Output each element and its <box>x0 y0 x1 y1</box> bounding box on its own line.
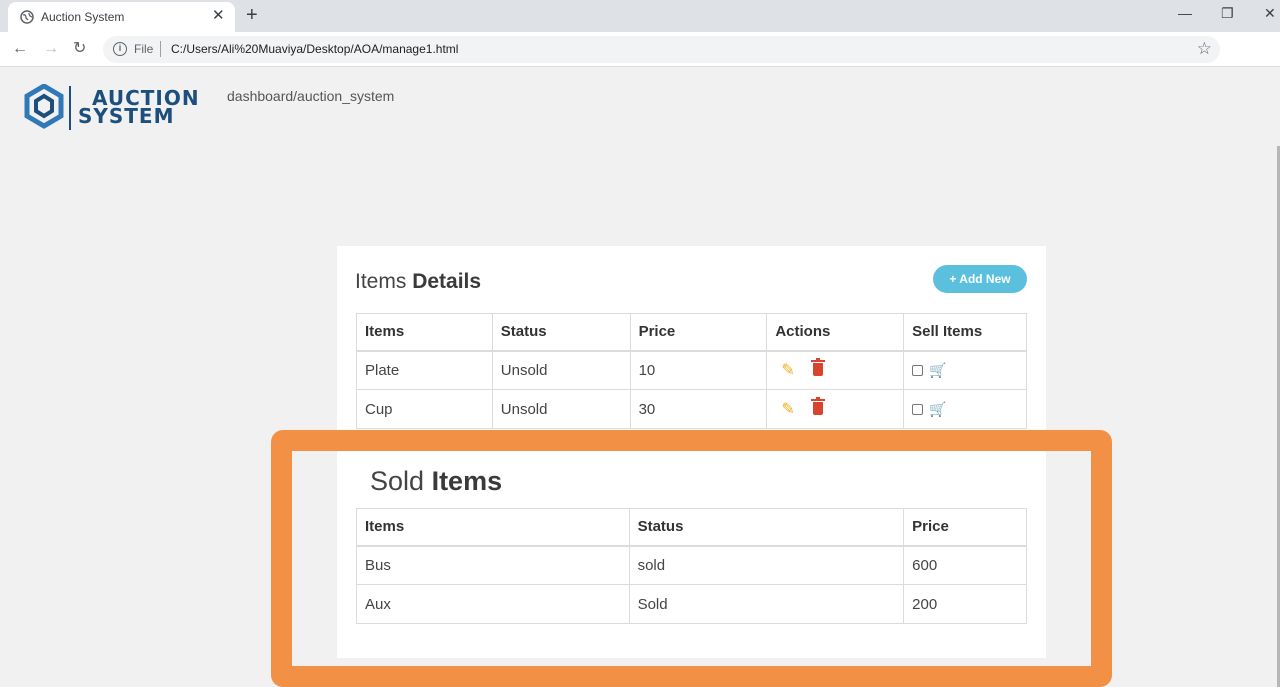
cart-icon[interactable]: 🛒 <box>929 401 946 418</box>
new-tab-button[interactable]: + <box>246 4 258 26</box>
close-window-icon[interactable]: ✕ <box>1264 4 1276 22</box>
browser-toolbar: ← → ↻ i File C:/Users/Ali%20Muaviya/Desk… <box>0 32 1280 91</box>
add-new-button[interactable]: + Add New <box>933 265 1027 293</box>
page-content: AUCTION SYSTEM dashboard/auction_system … <box>0 68 1280 687</box>
sold-item-name: Bus <box>356 545 630 585</box>
sold-items-table: Items Status Price Bus sold 600 Aux Sold… <box>356 508 1027 624</box>
sold-items-title: Sold Items <box>370 466 502 497</box>
sell-cell: 🛒 <box>903 389 1027 429</box>
table-row: Bus sold 600 <box>356 545 1027 585</box>
tab-title: Auction System <box>41 10 125 24</box>
items-title-bold: Details <box>412 270 482 293</box>
sold-item-status: sold <box>628 545 905 585</box>
trash-icon[interactable] <box>810 397 825 415</box>
star-icon[interactable]: ☆ <box>1197 39 1212 59</box>
column-header: Items <box>356 508 630 547</box>
minimize-icon[interactable]: — <box>1178 4 1192 22</box>
back-icon[interactable]: ← <box>12 40 28 58</box>
actions-cell: ✎ <box>766 350 905 390</box>
address-bar[interactable]: i File C:/Users/Ali%20Muaviya/Desktop/AO… <box>103 36 1220 63</box>
sold-item-price: 600 <box>903 545 1027 585</box>
items-title-light: Items <box>355 270 407 293</box>
column-header: Price <box>629 313 768 352</box>
sell-checkbox[interactable] <box>912 403 924 415</box>
item-status: Unsold <box>491 350 631 390</box>
item-name: Plate <box>356 350 493 390</box>
table-row: Plate Unsold 10 ✎ 🛒 <box>356 350 1027 390</box>
items-table: Items Status Price Actions Sell Items Pl… <box>356 313 1027 429</box>
items-card: Items Details + Add New Items Status Pri… <box>337 246 1046 658</box>
sold-title-bold: Items <box>431 466 503 496</box>
reload-icon[interactable]: ↻ <box>73 40 86 58</box>
column-header: Status <box>491 313 631 352</box>
table-header-row: Items Status Price <box>356 508 1027 547</box>
table-row: Aux Sold 200 <box>356 584 1027 624</box>
logo: AUCTION SYSTEM <box>24 83 200 130</box>
forward-icon[interactable]: → <box>43 40 59 58</box>
trash-icon[interactable] <box>810 358 825 377</box>
logo-text: AUCTION SYSTEM <box>78 88 200 126</box>
logo-mark-icon <box>24 83 64 129</box>
pencil-icon[interactable]: ✎ <box>781 360 794 380</box>
column-header: Status <box>628 508 905 547</box>
item-price: 10 <box>629 350 768 390</box>
column-header: Items <box>356 313 493 352</box>
logo-divider <box>69 86 71 130</box>
browser-tab-bar: Auction System ✕ + — ❐ ✕ <box>0 0 1280 32</box>
item-name: Cup <box>356 389 493 429</box>
items-title: Items Details <box>355 270 481 294</box>
globe-icon <box>20 10 34 24</box>
column-header: Sell Items <box>903 313 1027 352</box>
info-icon[interactable]: i <box>113 42 127 56</box>
cart-icon[interactable]: 🛒 <box>929 362 946 379</box>
sold-item-name: Aux <box>356 584 630 624</box>
breadcrumb: dashboard/auction_system <box>227 88 395 104</box>
column-header: Price <box>903 508 1027 547</box>
browser-tab[interactable]: Auction System ✕ <box>8 2 235 32</box>
tab-close-icon[interactable]: ✕ <box>212 7 225 25</box>
sell-checkbox[interactable] <box>912 365 924 377</box>
url-text[interactable]: C:/Users/Ali%20Muaviya/Desktop/AOA/manag… <box>171 42 458 56</box>
url-scheme: File <box>134 42 154 56</box>
actions-cell: ✎ <box>766 389 905 429</box>
pencil-icon[interactable]: ✎ <box>781 399 794 419</box>
sold-item-status: Sold <box>628 584 905 624</box>
url-separator <box>160 41 161 57</box>
sold-item-price: 200 <box>903 584 1027 624</box>
column-header: Actions <box>766 313 905 352</box>
sell-cell: 🛒 <box>903 350 1027 390</box>
table-row: Cup Unsold 30 ✎ 🛒 <box>356 389 1027 429</box>
table-header-row: Items Status Price Actions Sell Items <box>356 313 1027 352</box>
item-price: 30 <box>629 389 768 429</box>
sold-title-light: Sold <box>370 466 425 496</box>
restore-icon[interactable]: ❐ <box>1221 4 1234 22</box>
item-status: Unsold <box>491 389 631 429</box>
